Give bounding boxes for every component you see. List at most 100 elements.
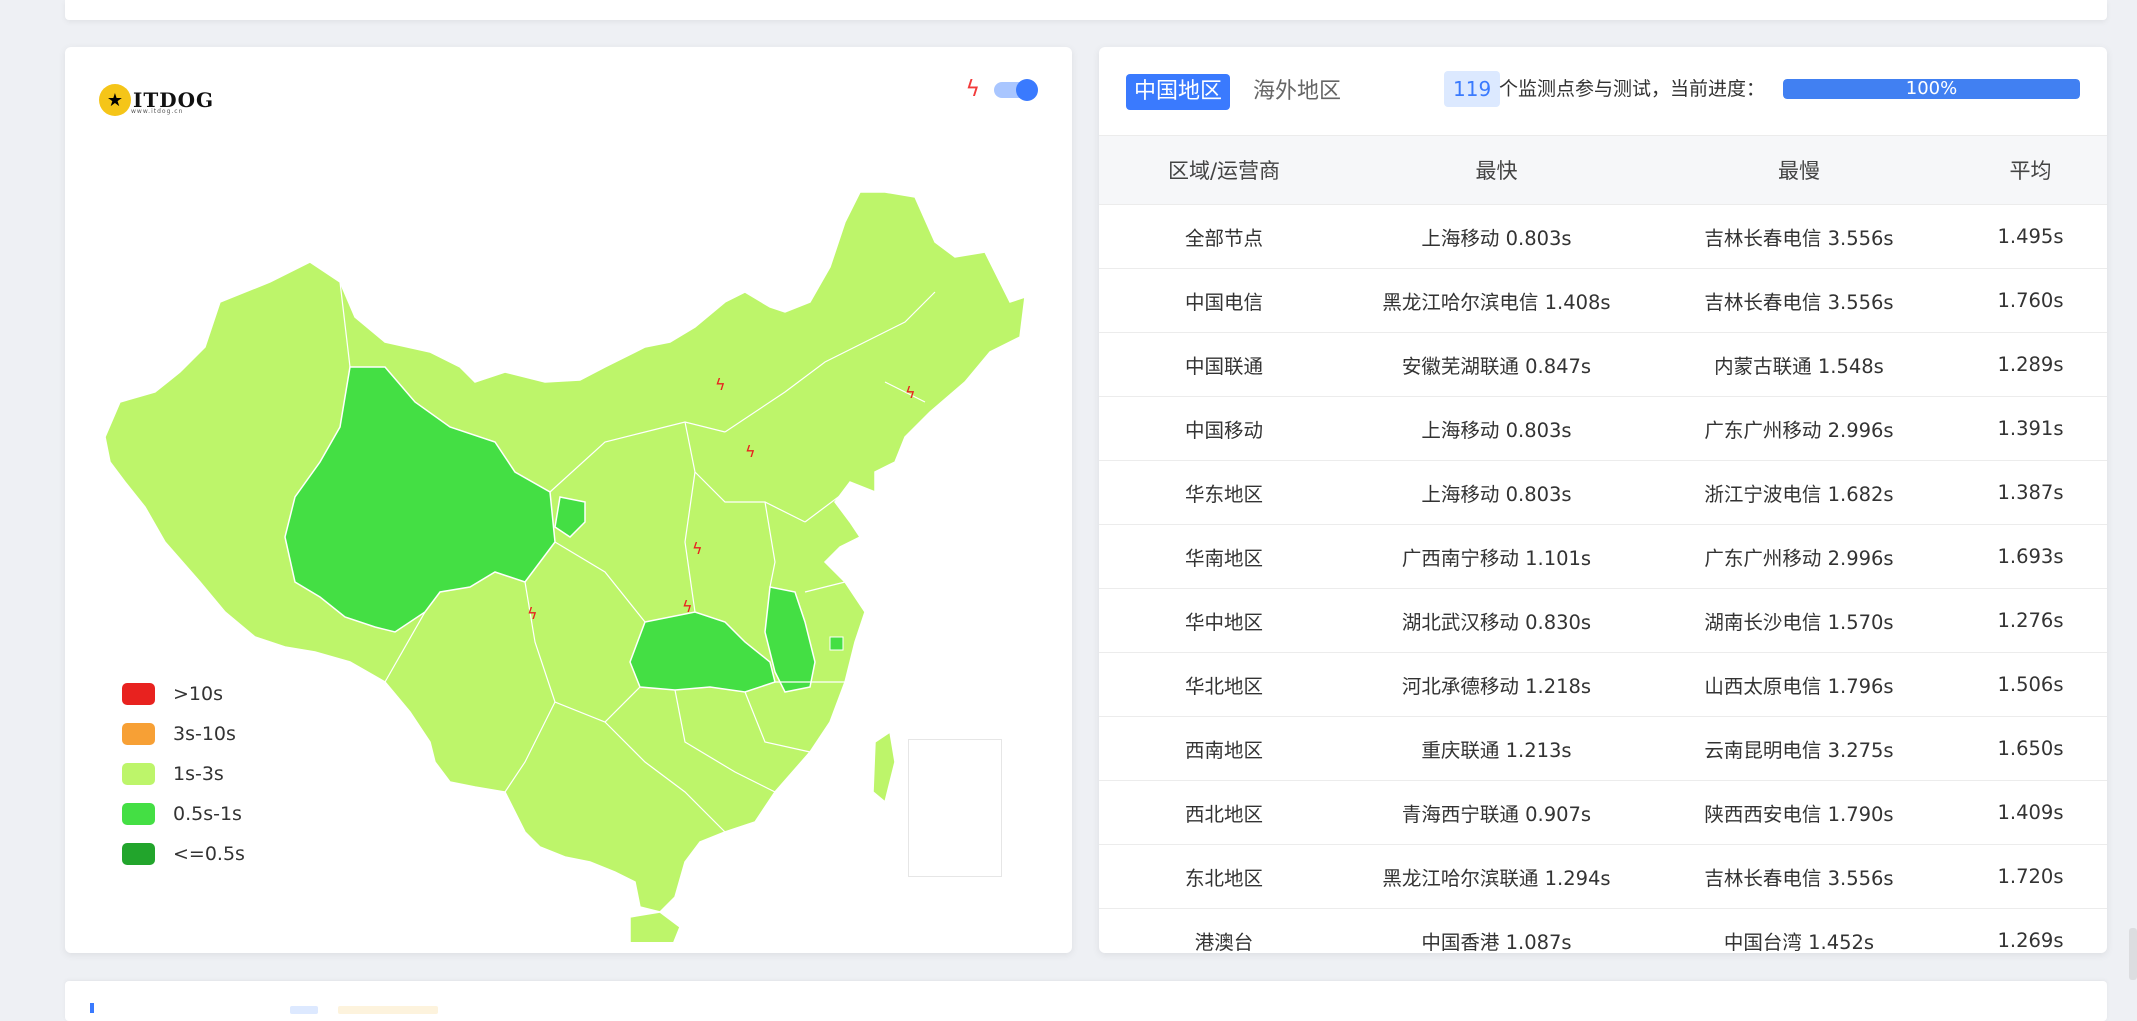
cell-average: 1.409s <box>1954 780 2107 845</box>
lightning-marker-icon[interactable]: ϟ <box>692 539 703 558</box>
table-row: 港澳台 中国香港 1.087s 中国台湾 1.452s 1.269s <box>1099 909 2107 953</box>
cell-fastest: 上海移动 0.803s <box>1349 396 1644 461</box>
scrollbar-thumb[interactable] <box>2129 928 2137 980</box>
lightning-toggle-switch[interactable] <box>994 79 1038 101</box>
cell-fastest: 广西南宁移动 1.101s <box>1349 524 1644 589</box>
map-region-shanghai[interactable] <box>829 636 844 651</box>
cell-region: 中国电信 <box>1099 268 1349 333</box>
cell-region: 西南地区 <box>1099 716 1349 781</box>
cell-slowest: 广东广州移动 2.996s <box>1644 524 1954 589</box>
cell-fastest: 河北承德移动 1.218s <box>1349 652 1644 717</box>
legend-label: 1s-3s <box>173 763 224 785</box>
legend-swatch <box>122 723 155 745</box>
lightning-toggle-area: ϟ <box>965 77 1038 102</box>
lightning-marker-icon[interactable]: ϟ <box>682 597 693 616</box>
map-region-taiwan[interactable] <box>872 730 896 804</box>
table-row: 华南地区 广西南宁移动 1.101s 广东广州移动 2.996s 1.693s <box>1099 524 2107 589</box>
cell-region: 中国联通 <box>1099 332 1349 397</box>
cell-fastest: 黑龙江哈尔滨电信 1.408s <box>1349 268 1644 333</box>
table-row: 中国联通 安徽芜湖联通 0.847s 内蒙古联通 1.548s 1.289s <box>1099 332 2107 397</box>
cell-region: 华南地区 <box>1099 524 1349 589</box>
cell-region: 华中地区 <box>1099 588 1349 653</box>
cell-slowest: 吉林长春电信 3.556s <box>1644 268 1954 333</box>
cell-slowest: 陕西西安电信 1.790s <box>1644 780 1954 845</box>
map-region-hainan[interactable] <box>629 911 681 942</box>
table-row: 西北地区 青海西宁联通 0.907s 陕西西安电信 1.790s 1.409s <box>1099 780 2107 845</box>
legend-swatch <box>122 843 155 865</box>
legend-swatch <box>122 763 155 785</box>
cell-average: 1.720s <box>1954 844 2107 909</box>
lightning-marker-icon[interactable]: ϟ <box>905 383 916 402</box>
cell-slowest: 吉林长春电信 3.556s <box>1644 204 1954 269</box>
section-tag <box>338 1006 438 1014</box>
section-marker <box>90 1003 94 1013</box>
cell-average: 1.760s <box>1954 268 2107 333</box>
legend-item-le0.5s[interactable]: <=0.5s <box>122 834 245 874</box>
cell-slowest: 云南昆明电信 3.275s <box>1644 716 1954 781</box>
node-count-badge: 119 <box>1444 71 1501 107</box>
cell-fastest: 上海移动 0.803s <box>1349 460 1644 525</box>
cell-slowest: 山西太原电信 1.796s <box>1644 652 1954 717</box>
toggle-knob <box>1016 79 1038 101</box>
lightning-icon: ϟ <box>965 77 980 102</box>
map-legend: >10s 3s-10s 1s-3s 0.5s-1s <=0.5s <box>122 674 245 874</box>
cell-fastest: 黑龙江哈尔滨联通 1.294s <box>1349 844 1644 909</box>
cell-slowest: 吉林长春电信 3.556s <box>1644 844 1954 909</box>
header-average: 平均 <box>1954 135 2107 205</box>
cell-average: 1.269s <box>1997 929 2064 952</box>
lightning-marker-icon[interactable]: ϟ <box>527 604 538 623</box>
cell-average: 1.693s <box>1954 524 2107 589</box>
cell-fastest: 重庆联通 1.213s <box>1349 716 1644 781</box>
legend-item-0.5s-1s[interactable]: 0.5s-1s <box>122 794 245 834</box>
legend-item-gt10s[interactable]: >10s <box>122 674 245 714</box>
tab-overseas[interactable]: 海外地区 <box>1245 74 1349 110</box>
cell-slowest: 湖南长沙电信 1.570s <box>1644 588 1954 653</box>
map-panel: ★ ITDOG www.itdog.cn ϟ ϟ ϟ ϟ ϟ ϟ ϟ >10s … <box>65 47 1072 953</box>
cell-average: 1.650s <box>1954 716 2107 781</box>
table-row: 中国移动 上海移动 0.803s 广东广州移动 2.996s 1.391s <box>1099 396 2107 461</box>
legend-label: >10s <box>173 683 223 705</box>
progress-fill: 100% <box>1783 79 2080 99</box>
lightning-marker-icon[interactable]: ϟ <box>745 442 756 461</box>
cell-slowest: 浙江宁波电信 1.682s <box>1644 460 1954 525</box>
section-tag <box>290 1006 318 1014</box>
cell-slowest: 内蒙古联通 1.548s <box>1644 332 1954 397</box>
cell-region: 华北地区 <box>1099 652 1349 717</box>
legend-swatch <box>122 803 155 825</box>
table-row: 西南地区 重庆联通 1.213s 云南昆明电信 3.275s 1.650s <box>1099 716 2107 781</box>
cell-average: 1.289s <box>1954 332 2107 397</box>
results-header: 中国地区 海外地区 119 个监测点参与测试，当前进度： 100% <box>1099 47 2107 135</box>
progress-label: 个监测点参与测试，当前进度： <box>1499 78 1766 100</box>
lightning-marker-icon[interactable]: ϟ <box>715 375 726 394</box>
dog-logo-icon: ★ <box>99 84 131 116</box>
logo-subtext: www.itdog.cn <box>131 108 184 115</box>
itdog-logo: ★ ITDOG www.itdog.cn <box>99 80 214 120</box>
table-row: 东北地区 黑龙江哈尔滨联通 1.294s 吉林长春电信 3.556s 1.720s <box>1099 844 2107 909</box>
previous-panel-edge <box>65 0 2107 20</box>
cell-region: 港澳台 <box>1194 931 1254 953</box>
cell-average: 1.391s <box>1954 396 2107 461</box>
table-row: 全部节点 上海移动 0.803s 吉林长春电信 3.556s 1.495s <box>1099 204 2107 269</box>
cell-average: 1.506s <box>1954 652 2107 717</box>
cell-fastest: 上海移动 0.803s <box>1349 204 1644 269</box>
header-slowest: 最慢 <box>1644 135 1954 205</box>
legend-item-3s-10s[interactable]: 3s-10s <box>122 714 245 754</box>
legend-label: 3s-10s <box>173 723 236 745</box>
table-row: 中国电信 黑龙江哈尔滨电信 1.408s 吉林长春电信 3.556s 1.760s <box>1099 268 2107 333</box>
cell-average: 1.387s <box>1954 460 2107 525</box>
cell-average: 1.276s <box>1954 588 2107 653</box>
legend-label: 0.5s-1s <box>173 803 242 825</box>
table-row: 华中地区 湖北武汉移动 0.830s 湖南长沙电信 1.570s 1.276s <box>1099 588 2107 653</box>
header-region: 区域/运营商 <box>1099 135 1349 205</box>
south-china-sea-inset <box>908 739 1002 877</box>
tab-china[interactable]: 中国地区 <box>1126 74 1231 110</box>
cell-region: 全部节点 <box>1099 204 1349 269</box>
cell-fastest: 青海西宁联通 0.907s <box>1349 780 1644 845</box>
legend-item-1s-3s[interactable]: 1s-3s <box>122 754 245 794</box>
cell-average: 1.495s <box>1954 204 2107 269</box>
next-panel-edge <box>65 981 2107 1021</box>
table-row: 华北地区 河北承德移动 1.218s 山西太原电信 1.796s 1.506s <box>1099 652 2107 717</box>
header-fastest: 最快 <box>1349 135 1644 205</box>
legend-label: <=0.5s <box>173 843 245 865</box>
results-panel: 中国地区 海外地区 119 个监测点参与测试，当前进度： 100% 区域/运营商… <box>1099 47 2107 953</box>
